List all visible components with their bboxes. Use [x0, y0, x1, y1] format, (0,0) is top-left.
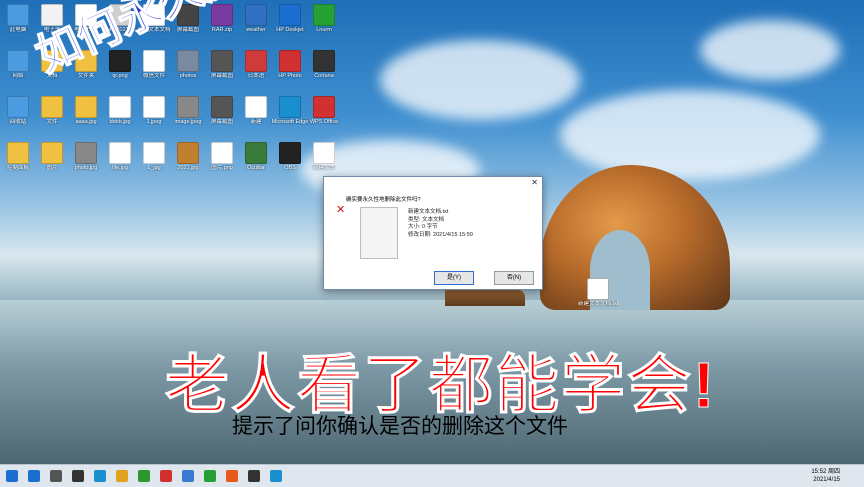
document-icon [360, 207, 398, 259]
error-x-icon: ✕ [336, 204, 346, 216]
close-icon[interactable]: ✕ [531, 178, 538, 187]
file-icon [211, 96, 233, 118]
no-button[interactable]: 否(N) [494, 271, 534, 285]
taskbar-app-icon[interactable] [248, 470, 260, 482]
taskbar-app-icon[interactable] [50, 470, 62, 482]
file-icon [211, 142, 233, 164]
desktop-icon-label: Lnurm [316, 27, 332, 33]
desktop: 此电脑 电子书 电子书.txt MX 2021... 新建文本文档 屏幕截图 RAR.zip… [0, 0, 864, 464]
file-icon [245, 142, 267, 164]
file-icon [143, 142, 165, 164]
file-icon [41, 96, 63, 118]
taskbar-app-icon[interactable] [28, 470, 40, 482]
taskbar-app-icon[interactable] [160, 470, 172, 482]
overlay-subtitle: 提示了问你确认是否的删除这个文件 [232, 415, 568, 438]
desktop-icon-label: Cortana [314, 73, 334, 79]
file-icon [313, 4, 335, 26]
file-info: 新建文本文档.txt 类型: 文本文档 大小: 0 字节 修改日期: 2021/… [408, 209, 473, 239]
file-icon [177, 50, 199, 72]
dialog-title: 确实要永久性地删除此文件吗? [346, 197, 421, 203]
file-icon [7, 50, 29, 72]
start-icon[interactable] [6, 470, 18, 482]
taskbar-app-icon[interactable] [116, 470, 128, 482]
file-icon [177, 96, 199, 118]
file-icon [279, 4, 301, 26]
desktop-icon-label: WPS Office [309, 119, 339, 125]
file-icon [75, 96, 97, 118]
taskbar-app-icon[interactable] [94, 470, 106, 482]
file-icon [177, 142, 199, 164]
file-icon [313, 50, 335, 72]
taskbar-app-icon[interactable] [204, 470, 216, 482]
file-icon [7, 96, 29, 118]
text-file-icon [587, 278, 609, 300]
delete-confirm-dialog: ✕ 确实要永久性地删除此文件吗? ✕ 新建文本文档.txt 类型: 文本文档 大… [323, 176, 543, 290]
desktop-icon[interactable]: Lnurm [304, 4, 344, 33]
file-size: 大小: 0 字节 [408, 224, 438, 230]
file-icon [279, 96, 301, 118]
taskbar: 15:52 周四 2021/4/15 [0, 464, 864, 487]
yes-button[interactable]: 是(Y) [434, 271, 474, 285]
taskbar-app-icon[interactable] [182, 470, 194, 482]
taskbar-app-icon[interactable] [270, 470, 282, 482]
desktop-icon-label: 新建文本 [312, 165, 335, 171]
desktop-icon[interactable]: WPS Office [304, 96, 344, 125]
taskbar-app-icon[interactable] [72, 470, 84, 482]
file-name: 新建文本文档.txt [408, 209, 449, 215]
file-icon [7, 4, 29, 26]
desktop-icon[interactable]: Cortana [304, 50, 344, 79]
taskbar-app-icon[interactable] [226, 470, 238, 482]
file-icon [41, 142, 63, 164]
file-date: 修改日期: 2021/4/15 15:50 [408, 231, 473, 238]
file-icon [75, 142, 97, 164]
file-icon [313, 96, 335, 118]
file-icon [313, 142, 335, 164]
system-clock[interactable]: 15:52 周四 2021/4/15 [811, 468, 840, 484]
desktop-icon[interactable]: 新建文本 [304, 142, 344, 171]
file-icon [279, 50, 301, 72]
file-icon [109, 96, 131, 118]
file-icon [143, 96, 165, 118]
file-icon [7, 142, 29, 164]
file-icon [211, 50, 233, 72]
file-icon [143, 50, 165, 72]
file-type: 类型: 文本文档 [408, 216, 445, 223]
file-icon [245, 96, 267, 118]
taskbar-app-icon[interactable] [138, 470, 150, 482]
desktop-icon-right-file[interactable]: 新建文本文档.txt [578, 278, 618, 307]
file-icon [245, 50, 267, 72]
file-icon [245, 4, 267, 26]
file-icon [279, 142, 301, 164]
file-icon [109, 142, 131, 164]
